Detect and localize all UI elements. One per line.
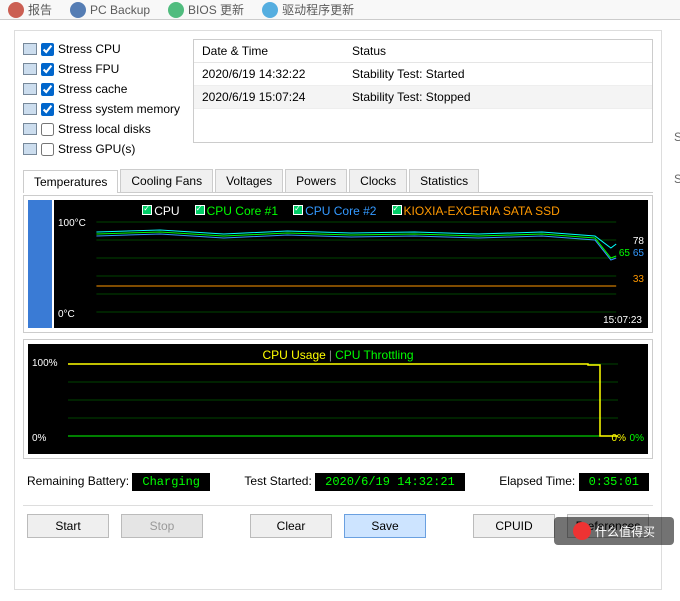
usage-legend: CPU Usage | CPU Throttling [28,348,648,362]
tab-temperatures[interactable]: Temperatures [23,170,118,193]
toolbar-pc-backup[interactable]: PC Backup [70,2,150,18]
battery-value: Charging [132,473,210,491]
y-min-2: 0% [32,433,46,444]
fpu-icon [23,63,37,75]
save-button[interactable]: Save [344,514,426,538]
log-row[interactable]: 2020/6/19 14:32:22 Stability Test: Start… [194,63,652,86]
stress-options: Stress CPU Stress FPU Stress cache Stres… [23,39,183,159]
preferences-button[interactable]: Preferences [567,514,649,538]
y-max: 100°C [58,218,86,229]
val-core2: 65 [633,248,644,259]
stop-button[interactable]: Stop [121,514,203,538]
tab-statistics[interactable]: Statistics [409,169,479,192]
top-toolbar: 报告 PC Backup BIOS 更新 驱动程序更新 [0,0,680,20]
cpuid-button[interactable]: CPUID [473,514,555,538]
tab-powers[interactable]: Powers [285,169,347,192]
legend-ssd-checkbox[interactable] [392,205,402,215]
elapsed-label: Elapsed Time: [499,474,575,488]
legend-core1-checkbox[interactable] [195,205,205,215]
right-sidebar-hint: SS [674,130,680,186]
stress-cpu-row: Stress CPU [23,39,183,59]
val-usage: 0% [612,433,626,444]
val-throttle: 0% [630,433,644,444]
usage-chart-wrap: CPU Usage | CPU Throttling 100% 0% 0% 0% [23,339,653,459]
log-header-status[interactable]: Status [344,40,652,62]
started-label: Test Started: [244,474,311,488]
stress-cpu-label: Stress CPU [58,42,121,56]
stress-memory-checkbox[interactable] [41,103,54,116]
val-cpu: 78 [633,236,644,247]
start-button[interactable]: Start [27,514,109,538]
sensor-list[interactable] [28,200,52,328]
started-value: 2020/6/19 14:32:21 [315,473,465,491]
chart-time: 15:07:23 [603,315,642,326]
legend-core2-checkbox[interactable] [293,205,303,215]
cache-icon [23,83,37,95]
status-row: Remaining Battery: Charging Test Started… [27,473,649,491]
stress-cpu-checkbox[interactable] [41,43,54,56]
toolbar-report[interactable]: 报告 [8,1,52,18]
tab-cooling-fans[interactable]: Cooling Fans [120,169,213,192]
chart-legend: CPU CPU Core #1 CPU Core #2 KIOXIA-EXCER… [54,204,648,218]
log-row[interactable]: 2020/6/19 15:07:24 Stability Test: Stopp… [194,86,652,109]
val-core1: 65 [619,248,630,259]
button-row: Start Stop Clear Save CPUID Preferences [23,505,653,546]
temperature-chart: CPU CPU Core #1 CPU Core #2 KIOXIA-EXCER… [54,200,648,328]
stress-gpu-checkbox[interactable] [41,143,54,156]
stress-cache-checkbox[interactable] [41,83,54,96]
tab-clocks[interactable]: Clocks [349,169,407,192]
log-header-datetime[interactable]: Date & Time [194,40,344,62]
toolbar-driver-update[interactable]: 驱动程序更新 [262,1,354,18]
memory-icon [23,103,37,115]
tab-voltages[interactable]: Voltages [215,169,283,192]
disk-icon [23,123,37,135]
elapsed-value: 0:35:01 [579,473,649,491]
event-log: Date & Time Status 2020/6/19 14:32:22 St… [193,39,653,143]
toolbar-bios-update[interactable]: BIOS 更新 [168,1,244,18]
stress-disk-checkbox[interactable] [41,123,54,136]
y-max-2: 100% [32,358,58,369]
usage-chart: CPU Usage | CPU Throttling 100% 0% 0% 0% [28,344,648,454]
clear-button[interactable]: Clear [250,514,332,538]
val-ssd: 33 [633,274,644,285]
legend-cpu-checkbox[interactable] [142,205,152,215]
battery-label: Remaining Battery: [27,474,129,488]
chart-tabs: Temperatures Cooling Fans Voltages Power… [23,169,653,193]
cpu-icon [23,43,37,55]
y-min: 0°C [58,309,75,320]
stability-panel: Stress CPU Stress FPU Stress cache Stres… [14,30,662,590]
temperature-chart-wrap: CPU CPU Core #1 CPU Core #2 KIOXIA-EXCER… [23,195,653,333]
gpu-icon [23,143,37,155]
stress-fpu-checkbox[interactable] [41,63,54,76]
